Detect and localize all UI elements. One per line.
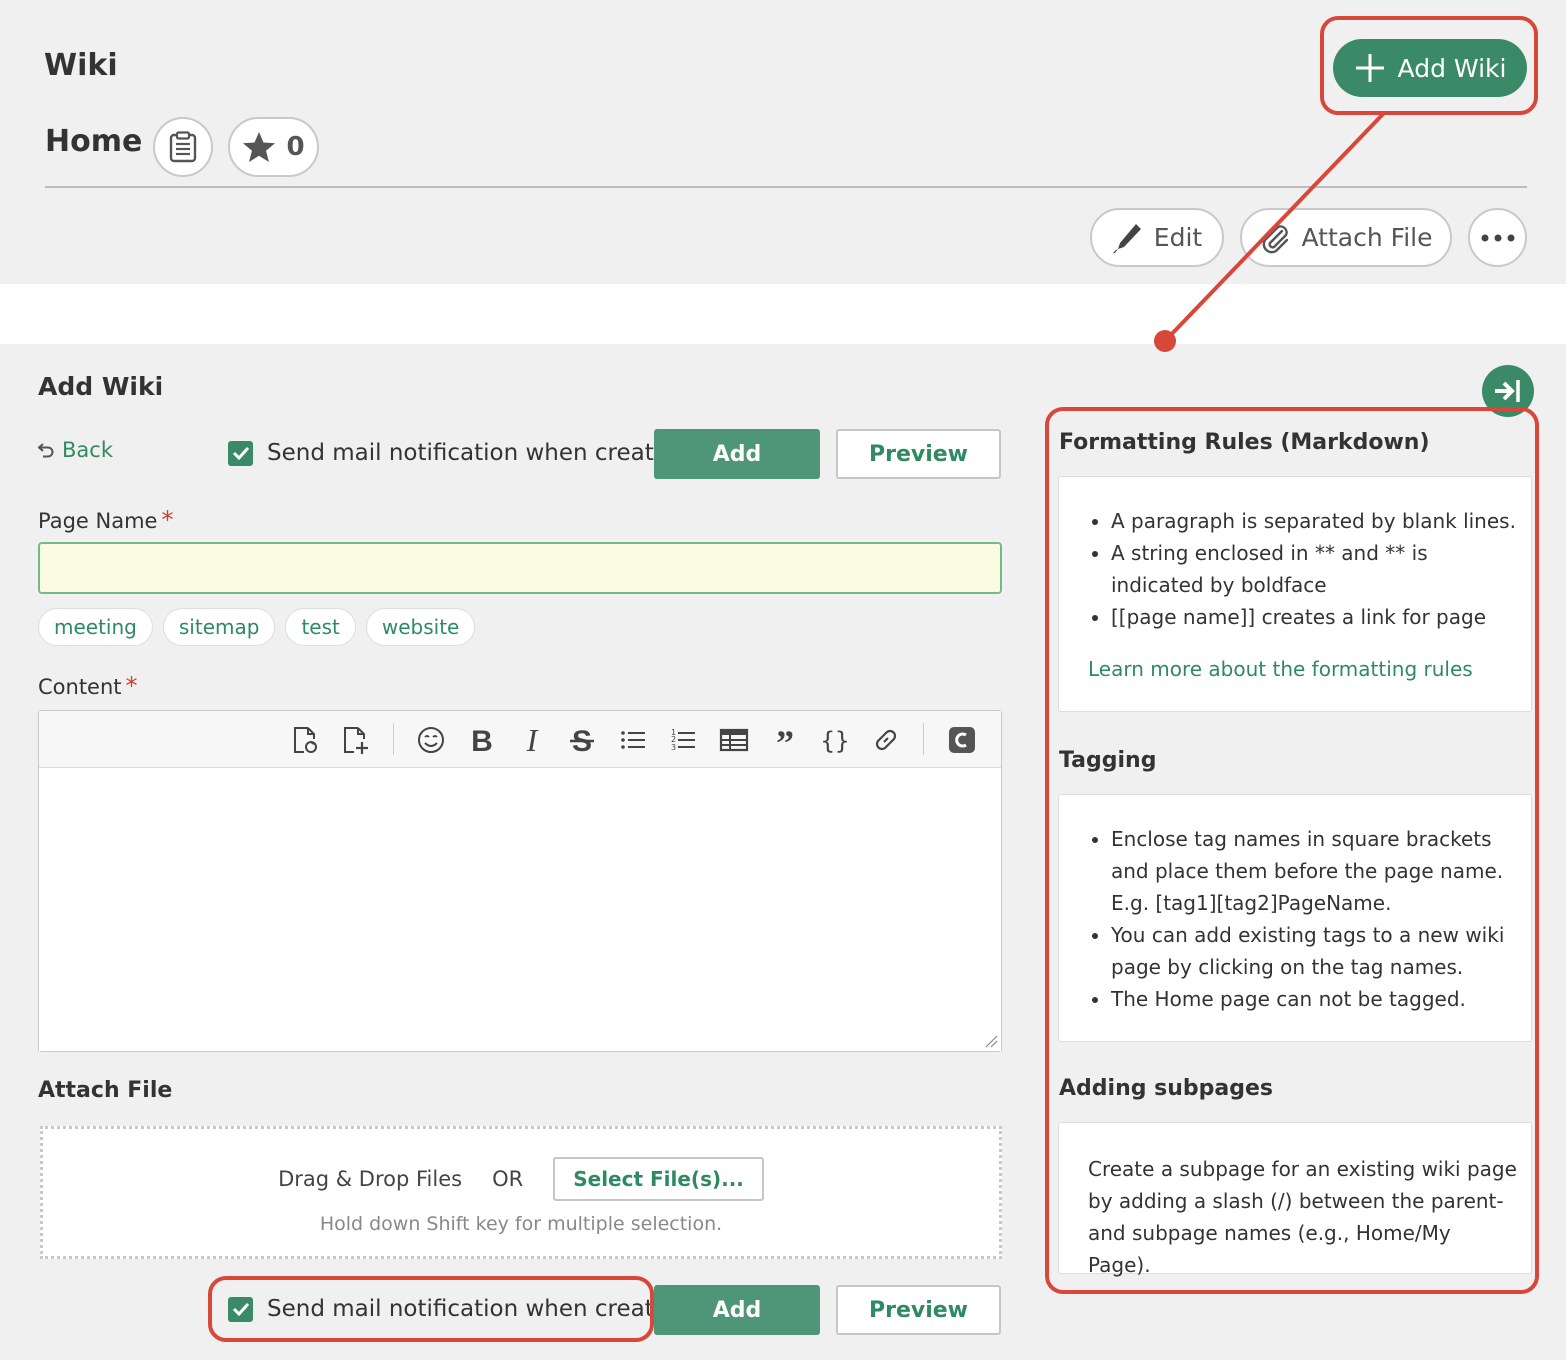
add-button-bottom[interactable]: Add xyxy=(654,1285,820,1335)
wiki-title: Wiki xyxy=(44,48,118,83)
svg-text:B: B xyxy=(471,725,493,755)
page-title: Home xyxy=(45,124,143,159)
bullet-list-icon[interactable] xyxy=(614,721,652,759)
back-label: Back xyxy=(62,438,113,462)
back-link[interactable]: Back xyxy=(38,438,113,462)
svg-text:”: ” xyxy=(776,725,794,755)
page-name-input[interactable] xyxy=(38,542,1002,594)
or-label: OR xyxy=(492,1167,524,1191)
ellipsis-icon xyxy=(1481,234,1514,241)
editor-toolbar: B I S 123 ” {} xyxy=(39,711,1001,768)
dropzone-hint: Hold down Shift key for multiple selecti… xyxy=(319,1213,723,1235)
attach-file-label: Attach File xyxy=(1301,223,1433,252)
svg-text:I: I xyxy=(526,725,539,755)
notify-checkbox-row[interactable]: Send mail notification when created xyxy=(228,440,683,466)
bold-icon[interactable]: B xyxy=(463,721,501,759)
content-label: Content * xyxy=(38,672,138,700)
toolbar-separator xyxy=(923,723,924,755)
highlight-help-panel xyxy=(1045,407,1539,1294)
svg-text:3: 3 xyxy=(671,743,676,752)
tag-list: meeting sitemap test website xyxy=(38,608,476,646)
emoji-icon[interactable] xyxy=(412,721,450,759)
dropzone-row: Drag & Drop Files OR Select File(s)... xyxy=(43,1157,999,1201)
form-heading: Add Wiki xyxy=(38,372,164,401)
file-dropzone[interactable]: Drag & Drop Files OR Select File(s)... H… xyxy=(40,1126,1002,1259)
highlight-add-wiki xyxy=(1320,16,1538,115)
page-name-label-text: Page Name xyxy=(38,509,158,533)
star-button[interactable]: 0 xyxy=(228,117,319,177)
edit-button[interactable]: Edit xyxy=(1090,208,1224,267)
tag-test[interactable]: test xyxy=(285,608,356,646)
collapse-arrow-icon xyxy=(1495,380,1520,402)
italic-icon[interactable]: I xyxy=(513,721,551,759)
select-files-button[interactable]: Select File(s)... xyxy=(553,1157,764,1201)
notify-label: Send mail notification when created xyxy=(267,440,683,466)
content-label-text: Content xyxy=(38,675,122,699)
strikethrough-icon[interactable]: S xyxy=(563,721,601,759)
color-icon[interactable] xyxy=(943,721,981,759)
content-editor: B I S 123 ” {} xyxy=(38,710,1002,1052)
add-button[interactable]: Add xyxy=(654,429,820,479)
edit-label: Edit xyxy=(1153,223,1203,252)
drag-drop-label: Drag & Drop Files xyxy=(278,1167,463,1191)
attach-file-button[interactable]: Attach File xyxy=(1240,208,1452,267)
required-mark: * xyxy=(125,672,138,700)
star-icon xyxy=(243,132,276,162)
numbered-list-icon[interactable]: 123 xyxy=(664,721,702,759)
wiki-link-icon[interactable] xyxy=(286,721,324,759)
star-count: 0 xyxy=(286,132,305,162)
add-page-icon[interactable] xyxy=(336,721,374,759)
back-arrow-icon xyxy=(38,443,54,458)
highlight-notify-checkbox xyxy=(208,1276,654,1342)
preview-button-bottom[interactable]: Preview xyxy=(836,1285,1001,1335)
toolbar-separator xyxy=(393,723,394,755)
tag-website[interactable]: website xyxy=(365,608,476,646)
resize-handle-icon[interactable] xyxy=(984,1034,998,1048)
pencil-icon xyxy=(1112,223,1141,253)
attach-file-heading: Attach File xyxy=(38,1078,173,1103)
clipboard-icon xyxy=(169,131,197,163)
content-textarea[interactable] xyxy=(39,769,1001,1051)
paperclip-icon xyxy=(1262,224,1288,253)
preview-button[interactable]: Preview xyxy=(836,429,1001,479)
code-icon[interactable]: {} xyxy=(816,721,854,759)
header-divider xyxy=(45,186,1527,188)
required-mark: * xyxy=(161,506,174,534)
table-icon[interactable] xyxy=(715,721,753,759)
checkmark-icon xyxy=(232,446,249,460)
page-name-label: Page Name * xyxy=(38,506,173,534)
quote-icon[interactable]: ” xyxy=(766,721,804,759)
tag-meeting[interactable]: meeting xyxy=(38,608,153,646)
more-options-button[interactable] xyxy=(1468,208,1527,267)
page-list-button[interactable] xyxy=(153,117,213,177)
svg-text:{}: {} xyxy=(821,727,850,755)
tag-sitemap[interactable]: sitemap xyxy=(162,608,276,646)
link-icon[interactable] xyxy=(867,721,905,759)
notify-checkbox[interactable] xyxy=(228,440,253,466)
